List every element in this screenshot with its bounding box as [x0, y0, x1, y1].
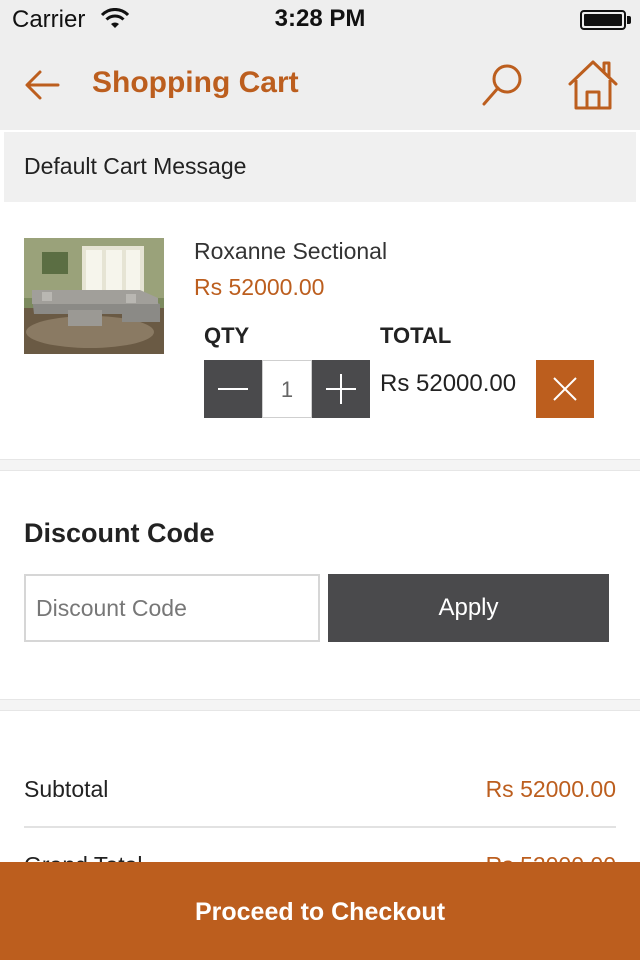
- battery-tip: [627, 16, 631, 24]
- section-divider: [0, 459, 640, 471]
- remove-item-button[interactable]: [536, 360, 594, 418]
- line-total-value: Rs 52000.00: [380, 370, 517, 397]
- plus-icon: [326, 374, 356, 404]
- subtotal-value: Rs 52000.00: [485, 776, 616, 802]
- minus-icon: [218, 388, 248, 390]
- nav-bar: Shopping Cart: [0, 40, 640, 130]
- page-title: Shopping Cart: [92, 66, 299, 99]
- cart-message-banner: Default Cart Message: [4, 132, 636, 202]
- product-name[interactable]: Roxanne Sectional: [194, 238, 387, 265]
- totals-separator: [24, 826, 616, 828]
- status-time: 3:28 PM: [274, 5, 366, 32]
- section-divider: [0, 699, 640, 711]
- discount-section-title: Discount Code: [24, 518, 215, 548]
- proceed-to-checkout-button[interactable]: Proceed to Checkout: [0, 862, 640, 960]
- back-arrow-icon[interactable]: [20, 62, 66, 108]
- close-icon: [553, 377, 577, 401]
- status-bar: Carrier 3:28 PM: [0, 0, 640, 40]
- quantity-decrease-button[interactable]: [204, 360, 262, 418]
- battery-icon: [580, 10, 626, 30]
- search-icon[interactable]: [478, 60, 528, 110]
- total-label: TOTAL: [380, 323, 452, 348]
- apply-discount-button[interactable]: Apply: [328, 574, 609, 642]
- quantity-increase-button[interactable]: [312, 360, 370, 418]
- product-price: Rs 52000.00: [194, 274, 325, 300]
- qty-label: QTY: [204, 323, 250, 348]
- home-icon[interactable]: [566, 58, 620, 112]
- subtotal-label: Subtotal: [24, 776, 109, 802]
- cart-message-text: Default Cart Message: [24, 153, 247, 179]
- discount-code-input[interactable]: [24, 574, 320, 642]
- quantity-input[interactable]: 1: [262, 360, 312, 418]
- product-image[interactable]: [24, 238, 164, 354]
